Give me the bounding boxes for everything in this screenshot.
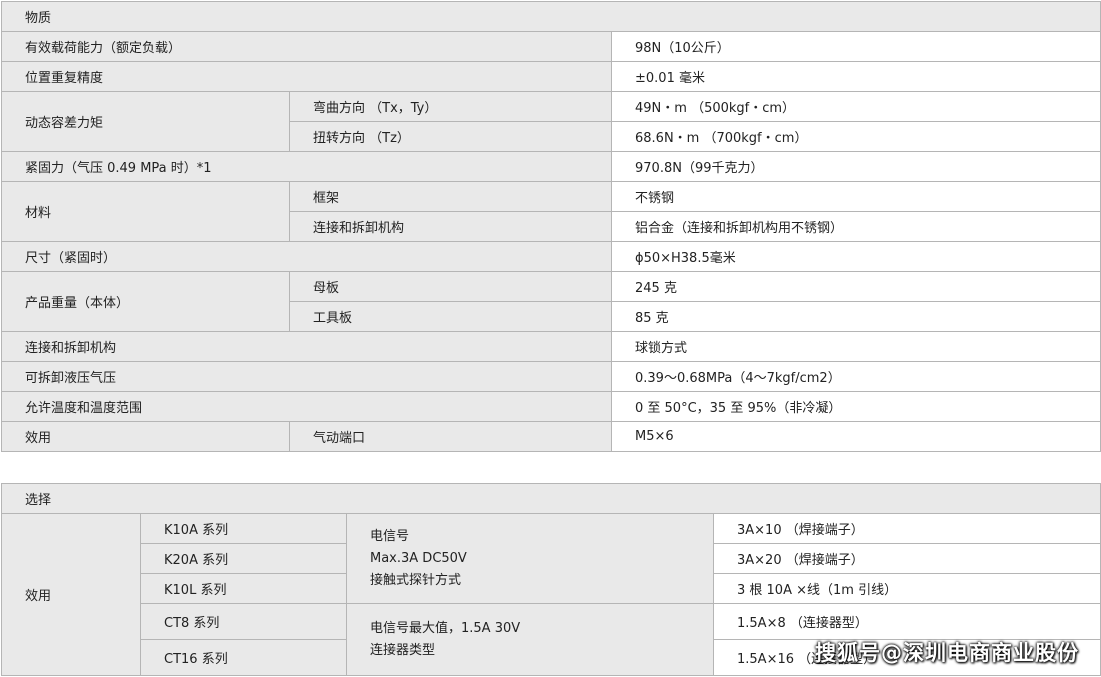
repeatability-label: 位置重复精度 xyxy=(1,61,612,92)
table-row: 材料 框架 不锈钢 xyxy=(1,181,1101,242)
weight-label: 产品重量（本体） xyxy=(1,271,290,332)
size-label: 尺寸（紧固时） xyxy=(1,241,612,272)
table-row: 产品重量（本体） 母板 245 克 xyxy=(1,271,1101,332)
table-row: 动态容差力矩 弯曲方向 （Tx，Ty） 49N・m （500kgf・cm） xyxy=(1,91,1101,152)
material-label: 材料 xyxy=(1,181,290,242)
weight-master-value: 245 克 xyxy=(611,271,1101,302)
size-value: ϕ50×H38.5毫米 xyxy=(611,241,1101,272)
mech-label: 连接和拆卸机构 xyxy=(1,331,612,362)
env-value: 0 至 50°C，35 至 95%（非冷凝） xyxy=(611,391,1101,422)
value-k20a: 3A×20 （焊接端子） xyxy=(712,543,1101,574)
util-port-value: M5×6 xyxy=(611,421,1101,452)
value-k10a: 3A×10 （焊接端子） xyxy=(712,513,1101,544)
spec-table-header: 物质 xyxy=(1,1,1101,32)
group1-line: 接触式探针方式 xyxy=(370,572,462,588)
group2-line: 电信号最大值，1.5A 30V xyxy=(370,620,521,636)
table-row: 连接和拆卸机构 球锁方式 xyxy=(1,331,1101,362)
util-label: 效用 xyxy=(1,421,290,452)
moment-torsion-label: 扭转方向 （Tz） xyxy=(289,121,612,152)
series-k10l: K10L 系列 xyxy=(140,573,347,604)
payload-value: 98N（10公斤） xyxy=(611,31,1101,62)
clamp-value: 970.8N（99千克力） xyxy=(611,151,1101,182)
weight-tool-value: 85 克 xyxy=(611,301,1101,332)
weight-master-label: 母板 xyxy=(289,271,612,302)
group2-spec: 电信号最大值，1.5A 30V 连接器类型 xyxy=(346,603,714,676)
value-k10l: 3 根 10A ×线（1m 引线） xyxy=(712,573,1101,604)
group1-spec: 电信号 Max.3A DC50V 接触式探针方式 xyxy=(346,513,714,604)
material-mech-label: 连接和拆卸机构 xyxy=(289,211,612,242)
option-util-label: 效用 xyxy=(1,513,141,676)
table-row: 允许温度和温度范围 0 至 50°C，35 至 95%（非冷凝） xyxy=(1,391,1101,422)
payload-label: 有效载荷能力（额定负载） xyxy=(1,31,612,62)
table-row: 效用 气动端口 M5×6 xyxy=(1,421,1101,452)
watermark: 搜狐号@深圳电商商业股份 xyxy=(815,641,1079,665)
moment-torsion-value: 68.6N・m （700kgf・cm） xyxy=(611,121,1101,152)
group1-line: 电信号 xyxy=(370,528,410,544)
table-row: CT8 系列 电信号最大值，1.5A 30V 连接器类型 1.5A×8 （连接器… xyxy=(2,603,1101,676)
table-row: 尺寸（紧固时） ϕ50×H38.5毫米 xyxy=(1,241,1101,272)
clamp-label: 紧固力（气压 0.49 MPa 时）*1 xyxy=(1,151,612,182)
env-label: 允许温度和温度范围 xyxy=(1,391,612,422)
table-row: 紧固力（气压 0.49 MPa 时）*1 970.8N（99千克力） xyxy=(1,151,1101,182)
mech-value: 球锁方式 xyxy=(611,331,1101,362)
series-ct8: CT8 系列 xyxy=(140,603,347,640)
value-ct8: 1.5A×8 （连接器型） xyxy=(712,603,1101,640)
table-row: 位置重复精度 ±0.01 毫米 xyxy=(1,61,1101,92)
moment-label: 动态容差力矩 xyxy=(1,91,290,152)
weight-tool-label: 工具板 xyxy=(289,301,612,332)
table-row: 效用 K10A 系列 电信号 Max.3A DC50V 接触式探针方式 3A×1… xyxy=(1,513,1101,676)
moment-bend-label: 弯曲方向 （Tx，Ty） xyxy=(289,91,612,122)
group1-line: Max.3A DC50V xyxy=(370,550,467,566)
pressure-label: 可拆卸液压气压 xyxy=(1,361,612,392)
series-k10a: K10A 系列 xyxy=(140,513,347,544)
table-row: 可拆卸液压气压 0.39～0.68MPa（4～7kgf/cm2） xyxy=(1,361,1101,392)
moment-bend-value: 49N・m （500kgf・cm） xyxy=(611,91,1101,122)
util-port-label: 气动端口 xyxy=(289,421,612,452)
spec-table: 物质 有效载荷能力（额定负载） 98N（10公斤） 位置重复精度 ±0.01 毫… xyxy=(1,1,1101,452)
material-frame-value: 不锈钢 xyxy=(611,181,1101,212)
repeatability-value: ±0.01 毫米 xyxy=(611,61,1101,92)
material-frame-label: 框架 xyxy=(289,181,612,212)
group2-line: 连接器类型 xyxy=(370,642,436,658)
option-table-header: 选择 xyxy=(0,483,1101,514)
pressure-value: 0.39～0.68MPa（4～7kgf/cm2） xyxy=(611,361,1101,392)
series-ct16: CT16 系列 xyxy=(140,639,347,676)
table-row: 有效载荷能力（额定负载） 98N（10公斤） xyxy=(1,31,1101,62)
series-k20a: K20A 系列 xyxy=(140,543,347,574)
material-mech-value: 铝合金（连接和拆卸机构用不锈钢） xyxy=(611,211,1101,242)
